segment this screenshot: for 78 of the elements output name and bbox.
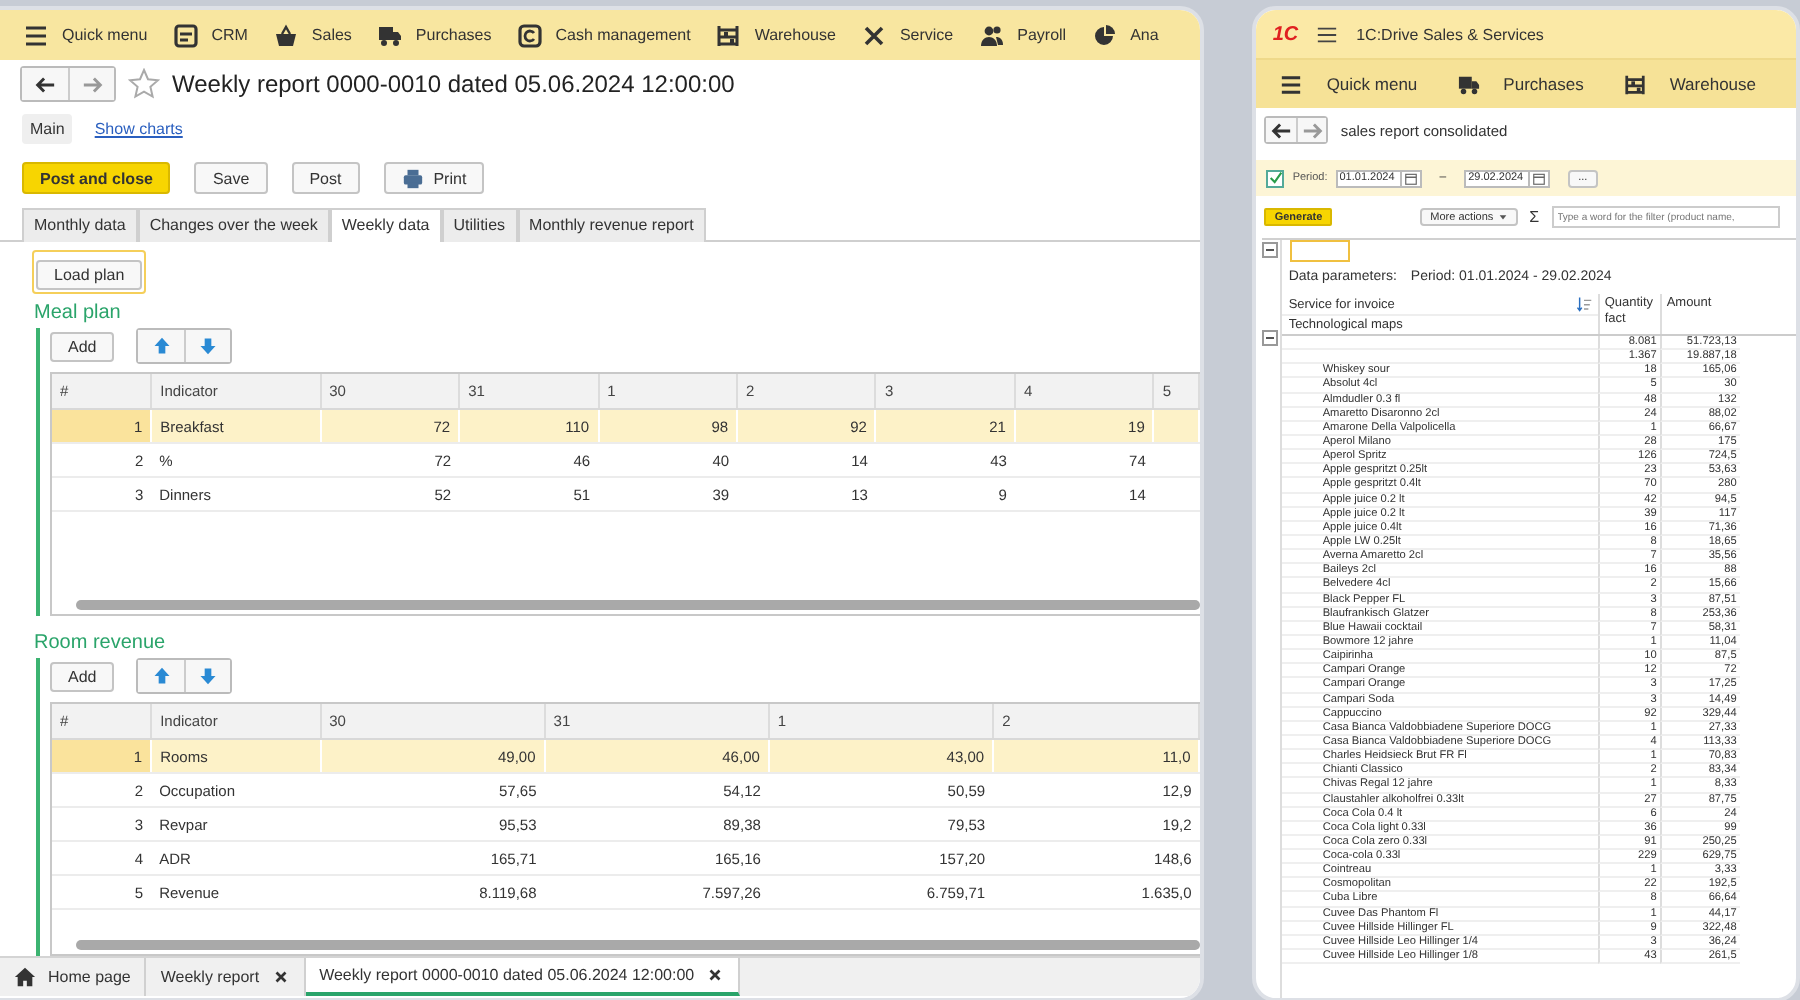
open-window-tab[interactable]: Home page xyxy=(0,958,147,996)
shelves-icon xyxy=(1623,73,1646,95)
calendar-icon xyxy=(1532,171,1547,185)
right-arrow-icon xyxy=(1301,119,1324,141)
collapse-icon[interactable] xyxy=(1262,242,1279,258)
close-icon[interactable] xyxy=(706,966,725,984)
calendar-button[interactable] xyxy=(1530,169,1551,187)
section-link[interactable]: Cash management xyxy=(555,26,691,44)
toolbar-button[interactable]: Post xyxy=(291,162,360,194)
window-title: Weekly report 0000-0010 dated 05.06.2024 12:00:00 xyxy=(172,70,735,98)
close-icon[interactable] xyxy=(271,968,290,986)
section-heading: Room revenue xyxy=(34,632,168,654)
check-icon xyxy=(1267,170,1284,186)
left-arrow-icon xyxy=(1270,119,1293,141)
section-link[interactable]: Payroll xyxy=(1017,26,1067,44)
shelves-icon xyxy=(716,23,741,47)
horizontal-scrollbar[interactable] xyxy=(76,940,1201,950)
load-plan-button[interactable]: Load plan xyxy=(36,260,143,290)
panel-link[interactable]: Show charts xyxy=(86,114,191,144)
section-link[interactable]: Quick menu xyxy=(1326,74,1418,94)
tab-label[interactable]: Home page xyxy=(48,968,131,986)
calendar-button[interactable] xyxy=(1401,169,1422,187)
section-link[interactable]: Quick menu xyxy=(62,26,148,44)
pie-chart-icon xyxy=(1092,23,1117,47)
add-button[interactable]: Add xyxy=(50,331,115,361)
section-heading: Meal plan xyxy=(34,302,123,324)
tab[interactable]: Monthly revenue report xyxy=(517,208,706,242)
tab[interactable]: Changes over the week xyxy=(137,208,330,242)
logo: 1C xyxy=(1272,23,1299,45)
up-arrow-icon xyxy=(151,666,172,686)
basket-icon xyxy=(273,23,298,47)
section-link[interactable]: CRM xyxy=(211,26,248,44)
move-down-button[interactable] xyxy=(184,660,231,692)
printer-icon xyxy=(401,167,424,189)
people-icon xyxy=(979,23,1004,47)
home-icon xyxy=(14,966,36,988)
section-link[interactable]: Purchases xyxy=(1503,74,1584,94)
toolbar-button[interactable]: Save xyxy=(194,162,268,194)
horizontal-scrollbar[interactable] xyxy=(76,600,1201,610)
tab-label[interactable]: Weekly report xyxy=(160,968,260,986)
section-link[interactable]: Purchases xyxy=(415,26,492,44)
add-button[interactable]: Add xyxy=(50,661,115,691)
calendar-icon xyxy=(1403,171,1418,185)
section-link[interactable]: Ana xyxy=(1130,26,1159,44)
tab[interactable]: Weekly data xyxy=(329,208,442,242)
section-link[interactable]: Service xyxy=(899,26,954,44)
post-and-close-button[interactable]: Post and close xyxy=(22,162,171,194)
sum-button[interactable]: Σ xyxy=(1529,208,1540,226)
app-title: 1C:Drive Sales & Services xyxy=(1356,25,1544,43)
right-arrow-icon xyxy=(81,73,103,95)
truck-icon xyxy=(377,23,402,47)
panel-tab[interactable]: Main xyxy=(22,114,73,144)
left-arrow-icon xyxy=(34,73,56,95)
menu-icon[interactable] xyxy=(1316,23,1339,45)
move-down-button[interactable] xyxy=(184,330,231,362)
open-window-tab[interactable]: Weekly report 0000-0010 dated 05.06.2024 12:00:00 xyxy=(305,958,741,996)
star-icon[interactable] xyxy=(128,68,160,100)
section-link[interactable]: Warehouse xyxy=(754,26,836,44)
up-arrow-icon xyxy=(151,336,172,356)
menu-icon xyxy=(1280,73,1303,95)
print-button[interactable]: Print xyxy=(383,162,485,194)
section-link[interactable]: Warehouse xyxy=(1669,74,1756,94)
section-link[interactable]: Sales xyxy=(311,26,352,44)
tab[interactable]: Monthly data xyxy=(22,208,138,242)
down-arrow-icon xyxy=(198,666,219,686)
menu-icon xyxy=(24,23,48,47)
checkbox[interactable] xyxy=(1266,169,1285,187)
caret-icon xyxy=(1497,212,1508,222)
cash-register-icon xyxy=(517,23,542,47)
selected-cell[interactable] xyxy=(1290,240,1351,262)
sort-icon[interactable] xyxy=(1576,296,1593,312)
back-button[interactable] xyxy=(1266,118,1297,142)
truck-icon xyxy=(1457,73,1480,95)
card-icon xyxy=(173,23,198,47)
tab-label[interactable]: Weekly report 0000-0010 dated 05.06.2024 12:00:00 xyxy=(319,966,695,984)
tab[interactable]: Utilities xyxy=(441,208,518,242)
down-arrow-icon xyxy=(198,336,219,356)
collapse-icon[interactable] xyxy=(1262,330,1279,346)
